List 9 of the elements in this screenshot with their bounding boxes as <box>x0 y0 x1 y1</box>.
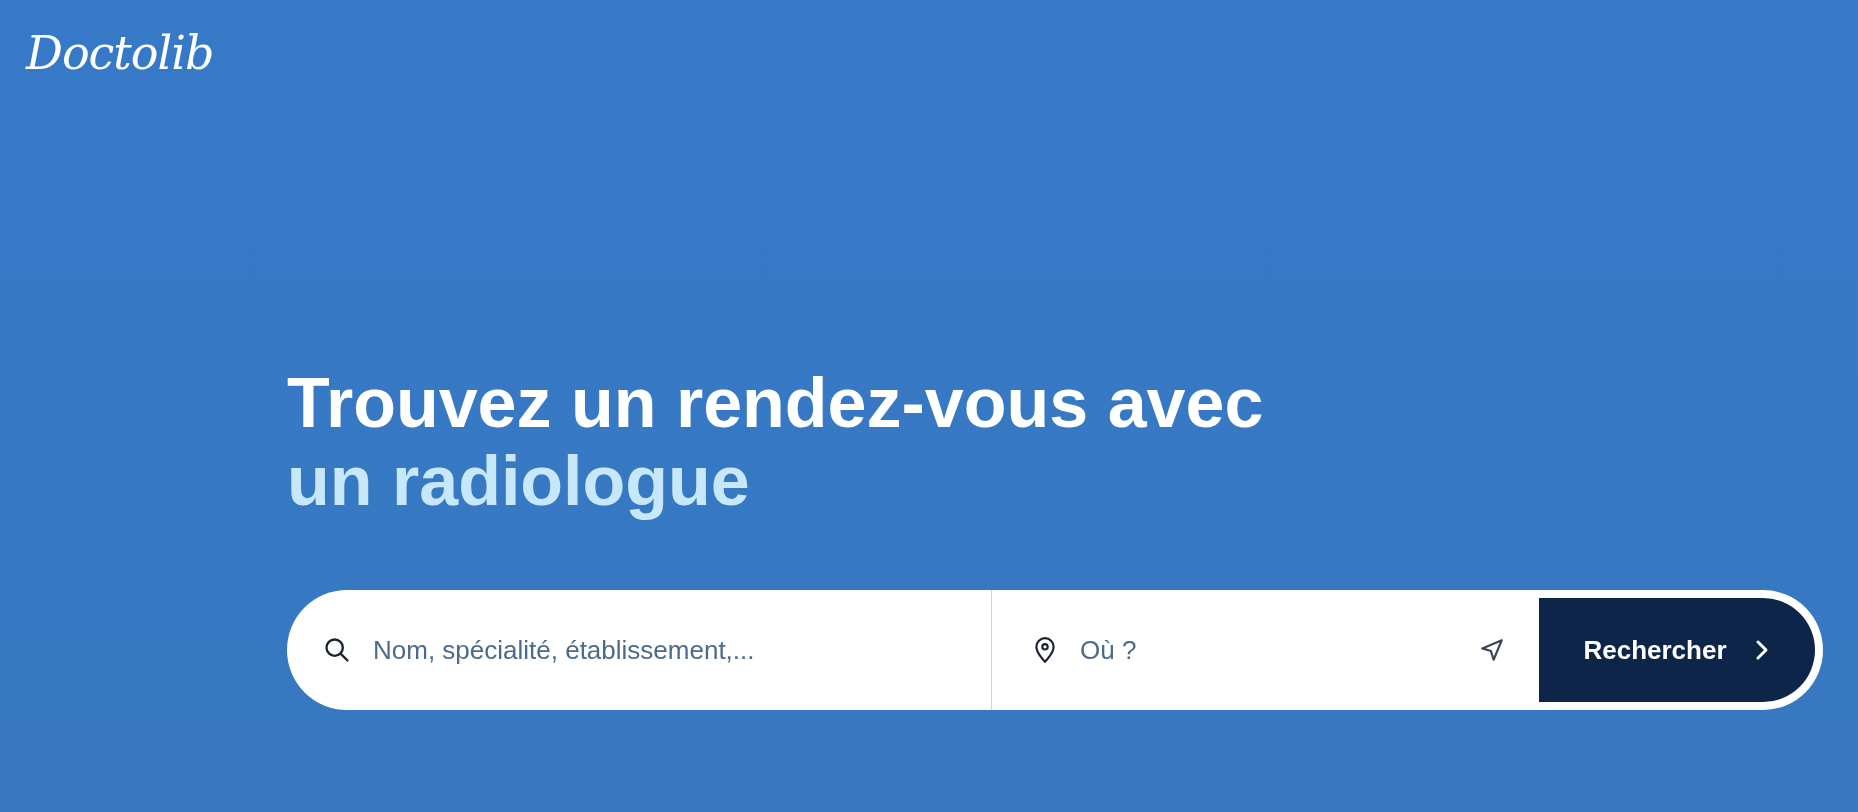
search-button[interactable]: Rechercher <box>1539 598 1815 702</box>
logo[interactable]: Doctolib <box>26 30 214 76</box>
headline-highlight: un radiologue <box>287 442 750 520</box>
headline: Trouvez un rendez-vous avec <box>287 364 1264 442</box>
search-field[interactable]: Nom, spécialité, établissement,... <box>371 633 991 667</box>
location-field[interactable]: Où ? <box>1078 633 1459 667</box>
location-arrow-icon[interactable] <box>1479 637 1505 663</box>
search-icon <box>323 636 351 664</box>
map-pin-icon <box>1032 636 1058 664</box>
